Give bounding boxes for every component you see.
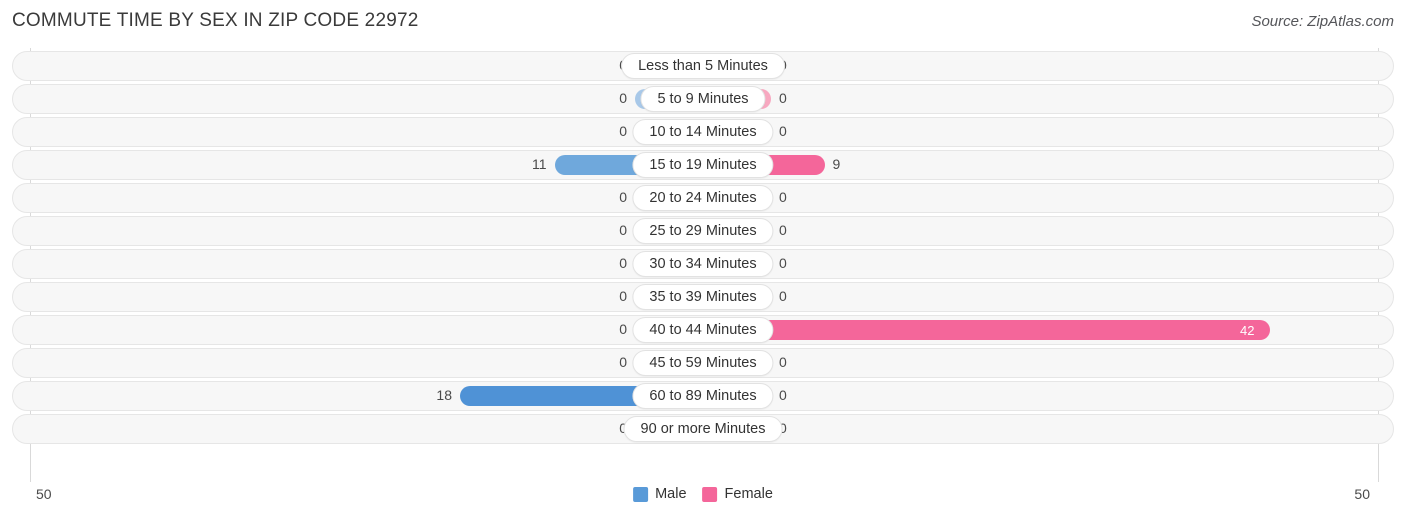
- value-label-female: 0: [779, 288, 787, 304]
- value-label-female: 0: [779, 354, 787, 370]
- category-label: Less than 5 Minutes: [621, 53, 785, 79]
- value-label-female: 9: [832, 156, 841, 172]
- legend-item[interactable]: Female: [702, 486, 773, 502]
- axis-tick-right: 50: [1354, 486, 1370, 502]
- source-attribution: Source: ZipAtlas.com: [1251, 13, 1394, 30]
- table-row: 18 0 60 to 89 Minutes: [0, 381, 1406, 411]
- table-row: 0 42 40 to 44 Minutes: [0, 315, 1406, 345]
- category-label: 35 to 39 Minutes: [632, 284, 774, 310]
- table-row: 11 9 15 to 19 Minutes: [0, 150, 1406, 180]
- category-label: 60 to 89 Minutes: [632, 383, 774, 409]
- category-label: 30 to 34 Minutes: [632, 251, 774, 277]
- table-row: 0 0 35 to 39 Minutes: [0, 282, 1406, 312]
- value-label-female: 0: [779, 222, 787, 238]
- value-label-male: 0: [619, 189, 627, 205]
- chart-footer: 50 Male Female 50: [0, 482, 1406, 522]
- category-label: 40 to 44 Minutes: [632, 317, 774, 343]
- category-label: 10 to 14 Minutes: [632, 119, 774, 145]
- table-row: 0 0 45 to 59 Minutes: [0, 348, 1406, 378]
- page-title: COMMUTE TIME BY SEX IN ZIP CODE 22972: [12, 10, 419, 31]
- chart-legend: Male Female: [633, 486, 773, 502]
- table-row: 0 0 20 to 24 Minutes: [0, 183, 1406, 213]
- table-row: 0 0 5 to 9 Minutes: [0, 84, 1406, 114]
- value-label-male: 0: [619, 354, 627, 370]
- category-label: 15 to 19 Minutes: [632, 152, 774, 178]
- category-label: 20 to 24 Minutes: [632, 185, 774, 211]
- value-label-male: 0: [619, 123, 627, 139]
- legend-swatch-icon: [633, 486, 649, 502]
- table-row: 0 0 25 to 29 Minutes: [0, 216, 1406, 246]
- category-label: 90 or more Minutes: [623, 416, 783, 442]
- value-label-male: 0: [619, 255, 627, 271]
- table-row: 0 0 30 to 34 Minutes: [0, 249, 1406, 279]
- value-label-female: 0: [779, 123, 787, 139]
- category-label: 45 to 59 Minutes: [632, 350, 774, 376]
- value-label-female: 0: [779, 90, 787, 106]
- plot-area: 00Less than 5 Minutes005 to 9 Minutes001…: [0, 48, 1406, 482]
- value-label-female: 0: [779, 255, 787, 271]
- value-label-female: 0: [779, 189, 787, 205]
- table-row: 0090 or more Minutes: [0, 414, 1406, 444]
- chart-rows: 00Less than 5 Minutes005 to 9 Minutes001…: [0, 48, 1406, 447]
- table-row: 0 0 10 to 14 Minutes: [0, 117, 1406, 147]
- category-label: 5 to 9 Minutes: [640, 86, 766, 112]
- legend-swatch-icon: [702, 486, 718, 502]
- bar-female: [703, 320, 1270, 340]
- value-label-male: 0: [619, 90, 627, 106]
- legend-item[interactable]: Male: [633, 486, 687, 502]
- value-label-male: 18: [436, 387, 452, 403]
- legend-label: Female: [724, 486, 773, 502]
- category-label: 25 to 29 Minutes: [632, 218, 774, 244]
- value-label-male: 0: [619, 222, 627, 238]
- value-label-female: 42: [1240, 323, 1255, 338]
- value-label-male: 0: [619, 321, 627, 337]
- table-row: 00Less than 5 Minutes: [0, 51, 1406, 81]
- value-label-male: 0: [619, 288, 627, 304]
- axis-tick-left: 50: [36, 486, 52, 502]
- legend-label: Male: [655, 486, 687, 502]
- value-label-female: 0: [779, 387, 787, 403]
- value-label-male: 11: [531, 156, 547, 172]
- chart-page: COMMUTE TIME BY SEX IN ZIP CODE 22972 So…: [0, 0, 1406, 522]
